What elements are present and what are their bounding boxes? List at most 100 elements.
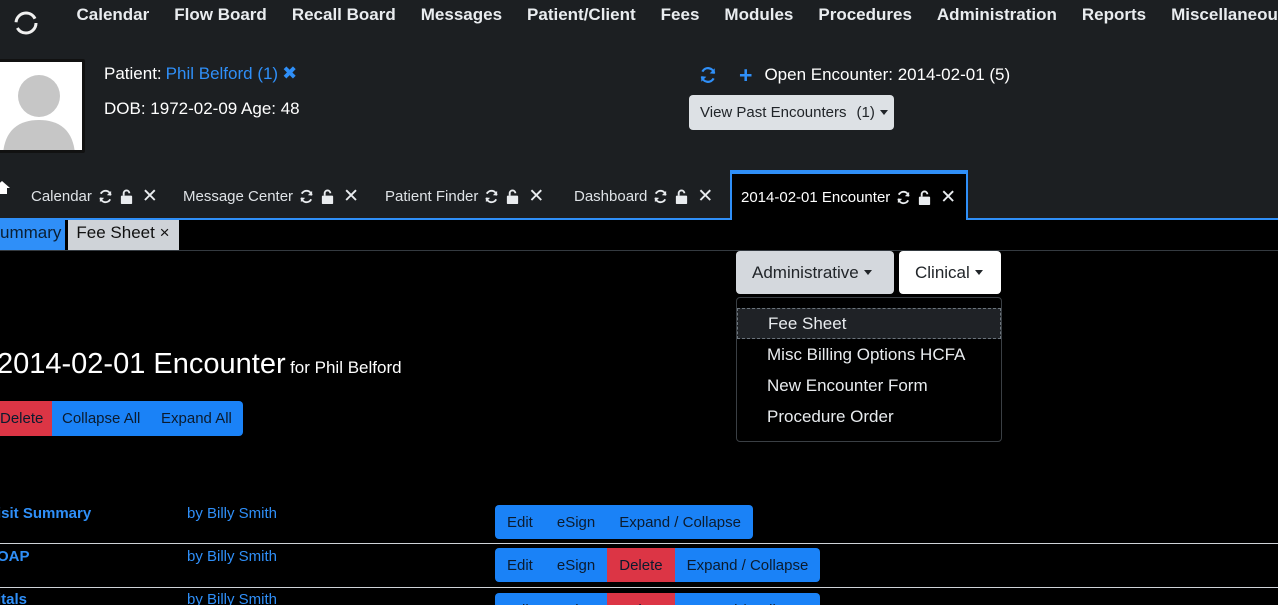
form-name-link[interactable]: OAP (0, 548, 30, 565)
form-name-link[interactable]: isit Summary (0, 505, 91, 522)
refresh-icon[interactable] (98, 189, 113, 204)
edit-button[interactable]: Edit (495, 593, 545, 605)
menu-administration[interactable]: Administration (924, 0, 1069, 30)
delete-form-button[interactable]: Delete (607, 548, 675, 582)
menu-modules[interactable]: Modules (712, 0, 806, 30)
esign-button[interactable]: eSign (544, 593, 608, 605)
expand-collapse-button[interactable]: Expand / Collapse (607, 505, 753, 539)
patient-avatar (0, 59, 85, 153)
top-navbar: Calendar Flow Board Recall Board Message… (0, 0, 1278, 50)
expand-all-button[interactable]: Expand All (150, 401, 243, 436)
form-author: by Billy Smith (187, 591, 278, 605)
edit-button[interactable]: Edit (495, 548, 545, 582)
refresh-icon[interactable] (699, 66, 717, 84)
form-name-link[interactable]: itals (0, 591, 27, 605)
tab-label: 2014-02-01 Encounter (741, 188, 891, 206)
patient-header: Patient: Phil Belford (1) ✖ DOB: 1972-02… (0, 50, 1278, 170)
tab-label: Message Center (183, 187, 294, 205)
form-actions: Edit eSign Delete Expand / Collapse (495, 593, 821, 605)
patient-name-link[interactable]: Phil Belford (1) (166, 64, 278, 84)
refresh-icon[interactable] (653, 189, 668, 204)
encounter-title-date: 2014-02-01 Encounter (0, 348, 286, 380)
close-icon[interactable]: ✕ (142, 185, 158, 208)
form-actions: Edit eSign Expand / Collapse (495, 505, 753, 539)
administrative-dropdown-button[interactable]: Administrative (736, 251, 894, 294)
expand-collapse-button[interactable]: Expand / Collapse (674, 593, 821, 605)
esign-button[interactable]: eSign (544, 548, 608, 582)
form-actions: Edit eSign Delete Expand / Collapse (495, 548, 821, 582)
close-icon[interactable]: ✕ (528, 185, 544, 208)
close-icon[interactable]: ✕ (940, 186, 956, 209)
administrative-dropdown-menu: Fee Sheet Misc Billing Options HCFA New … (736, 297, 1002, 442)
row-divider (0, 587, 1278, 588)
menu-recall-board[interactable]: Recall Board (279, 0, 408, 30)
tab-label: Dashboard (574, 187, 648, 205)
tab-message-center[interactable]: Message Center ✕ (183, 170, 359, 218)
menu-procedures[interactable]: Procedures (806, 0, 925, 30)
past-encounters-count: (1) (856, 104, 875, 121)
caret-down-icon (879, 110, 888, 115)
tab-dashboard[interactable]: Dashboard ✕ (574, 170, 713, 218)
tab-encounter[interactable]: 2014-02-01 Encounter ✕ (730, 170, 969, 220)
collapse-all-button[interactable]: Collapse All (52, 401, 150, 436)
menu-item-procedure-order[interactable]: Procedure Order (737, 401, 1001, 432)
delete-encounter-button[interactable]: Delete (0, 401, 52, 436)
clinical-dropdown-button[interactable]: Clinical (899, 251, 1001, 294)
encounter-actions: Delete Collapse All Expand All (0, 401, 243, 436)
edit-button[interactable]: Edit (495, 505, 545, 539)
subtab-summary[interactable]: ummary (0, 220, 66, 250)
unlock-icon[interactable] (505, 189, 520, 204)
tab-bar: Calendar ✕ Message Center ✕ Patient Find… (0, 170, 1278, 220)
menu-item-fee-sheet[interactable]: Fee Sheet (737, 308, 1001, 339)
encounter-title-patient: for Phil Belford (290, 358, 402, 377)
caret-down-icon (863, 270, 872, 275)
tab-patient-finder[interactable]: Patient Finder ✕ (385, 170, 544, 218)
unlock-icon[interactable] (320, 189, 335, 204)
avatar-placeholder-icon (0, 62, 82, 150)
menu-reports[interactable]: Reports (1069, 0, 1158, 30)
menu-calendar[interactable]: Calendar (64, 0, 162, 30)
menu-flow-board[interactable]: Flow Board (162, 0, 280, 30)
refresh-icon[interactable] (484, 189, 499, 204)
refresh-icon[interactable] (896, 190, 911, 205)
encounter-subtabs: ummary Fee Sheet × (0, 220, 179, 250)
menu-patient-client[interactable]: Patient/Client (515, 0, 649, 30)
past-encounters-label: View Past Encounters (700, 104, 847, 121)
subtab-fee-sheet[interactable]: Fee Sheet × (68, 220, 179, 250)
menu-fees[interactable]: Fees (648, 0, 712, 30)
patient-label: Patient: (104, 63, 162, 83)
open-encounter-line: + Open Encounter: 2014-02-01 (5) (699, 64, 1010, 87)
esign-button[interactable]: eSign (544, 505, 608, 539)
form-author: by Billy Smith (187, 505, 278, 522)
caret-down-icon (974, 270, 983, 275)
menu-messages[interactable]: Messages (408, 0, 514, 30)
tab-label: Patient Finder (385, 187, 479, 205)
menu-miscellaneous[interactable]: Miscellaneous (1159, 0, 1278, 30)
close-patient-icon[interactable]: ✖ (282, 63, 297, 84)
form-author: by Billy Smith (187, 548, 278, 565)
close-icon[interactable]: ✕ (697, 185, 713, 208)
menu-item-misc-billing[interactable]: Misc Billing Options HCFA (737, 339, 1001, 370)
close-icon[interactable]: ✕ (343, 185, 359, 208)
patient-name-line: Patient: Phil Belford (1) ✖ (104, 63, 297, 84)
clinical-label: Clinical (915, 262, 970, 282)
menu-item-new-encounter-form[interactable]: New Encounter Form (737, 370, 1001, 401)
subtab-divider (0, 250, 1278, 251)
home-icon[interactable] (0, 180, 10, 194)
unlock-icon[interactable] (119, 189, 134, 204)
unlock-icon[interactable] (917, 190, 932, 205)
open-encounter-text[interactable]: Open Encounter: 2014-02-01 (5) (764, 65, 1010, 85)
tab-label: Calendar (31, 187, 92, 205)
tab-calendar[interactable]: Calendar ✕ (31, 170, 158, 218)
encounter-title: 2014-02-01 Encounter for Phil Belford (0, 348, 402, 381)
row-divider (0, 543, 1278, 544)
administrative-label: Administrative (752, 262, 859, 282)
unlock-icon[interactable] (674, 189, 689, 204)
main-menu: Calendar Flow Board Recall Board Message… (64, 0, 1278, 30)
expand-collapse-button[interactable]: Expand / Collapse (674, 548, 821, 582)
view-past-encounters-button[interactable]: View Past Encounters (1) (689, 95, 894, 130)
new-encounter-plus-icon[interactable]: + (739, 64, 752, 87)
refresh-icon[interactable] (299, 189, 314, 204)
openemr-logo-icon[interactable] (13, 10, 39, 36)
delete-form-button[interactable]: Delete (607, 593, 675, 605)
